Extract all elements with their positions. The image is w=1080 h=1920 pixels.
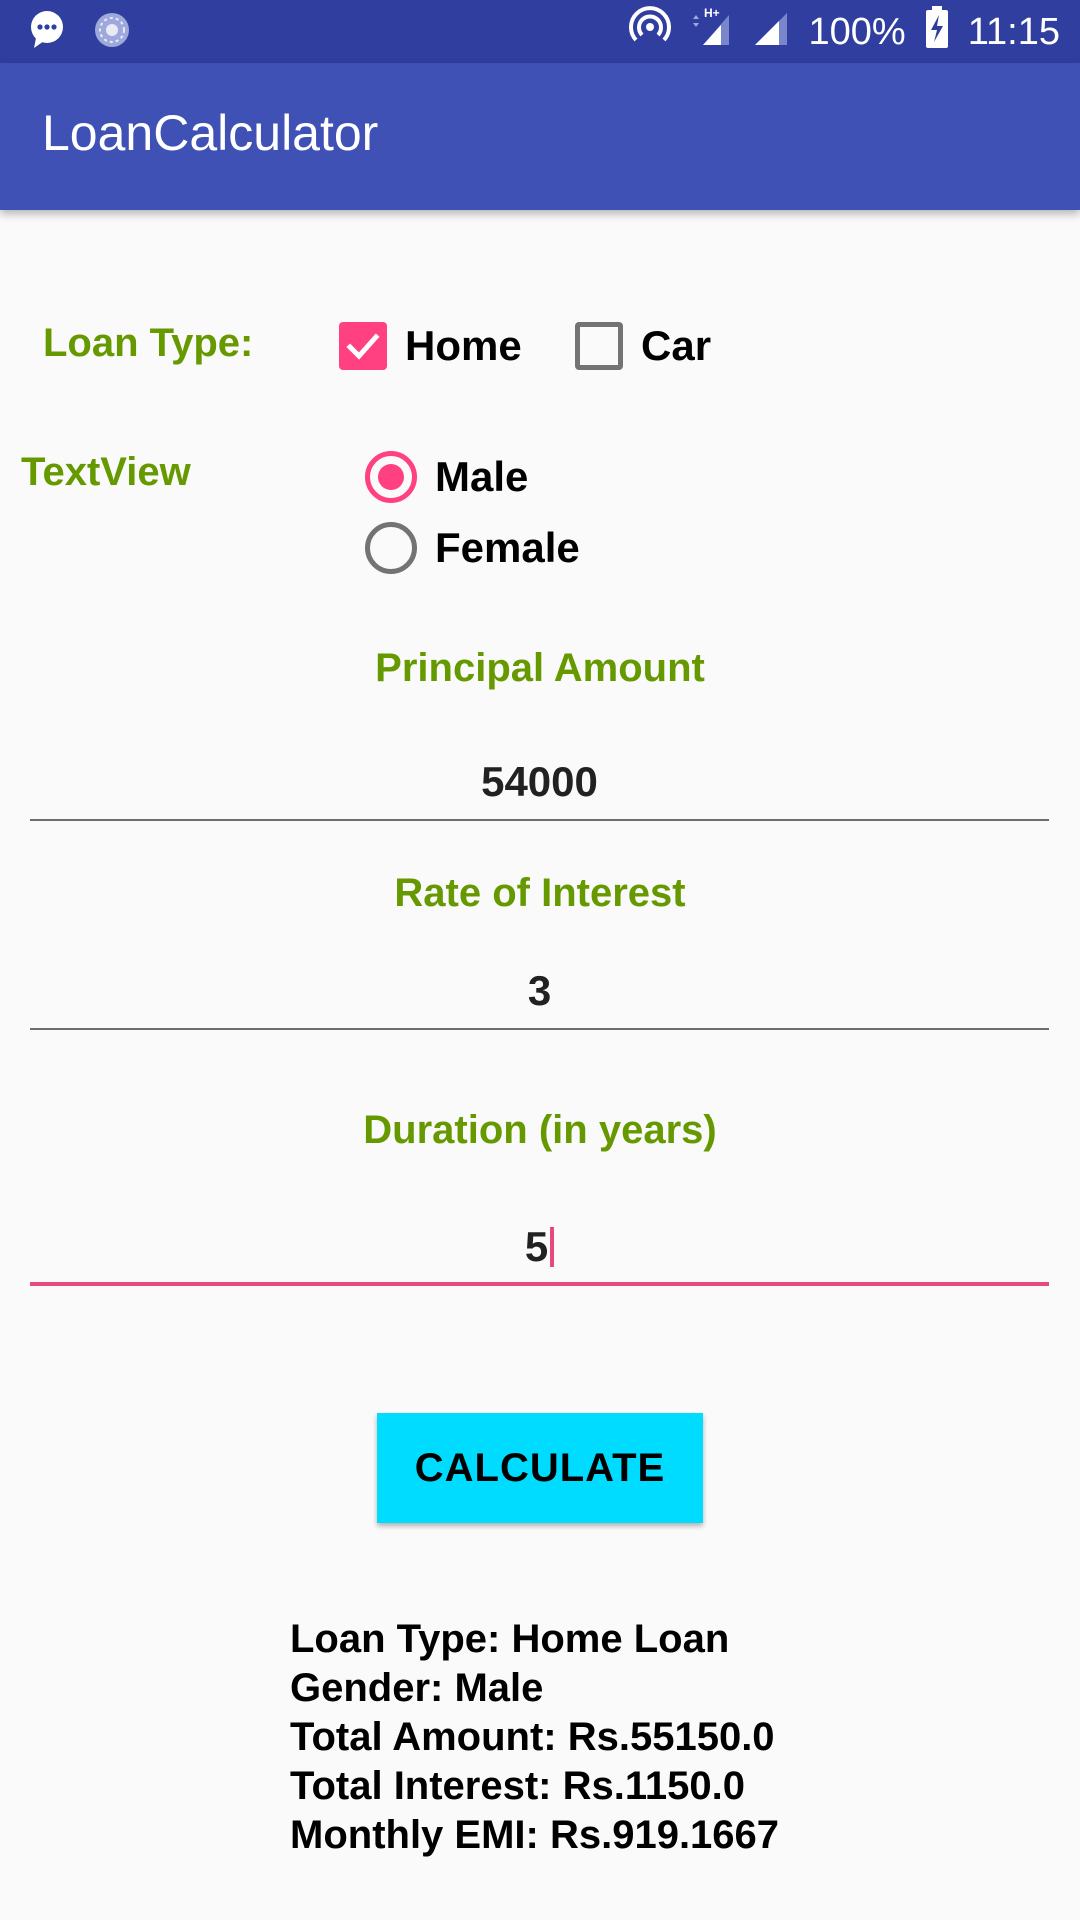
text-cursor <box>550 1227 555 1267</box>
result-output: Loan Type: Home Loan Gender: Male Total … <box>290 1615 779 1860</box>
home-checkbox[interactable]: Home <box>339 322 522 370</box>
calculate-button[interactable]: CALCULATE <box>377 1413 703 1523</box>
app-title: LoanCalculator <box>42 105 379 161</box>
status-bar-right: H+ 100% 11:15 <box>628 5 1060 59</box>
principal-amount-value: 54000 <box>481 758 598 805</box>
radio-unselected-icon <box>365 522 417 574</box>
rate-of-interest-input[interactable]: 3 <box>30 960 1049 1030</box>
duration-value: 5 <box>524 1223 549 1270</box>
result-monthly-emi: Monthly EMI: Rs.919.1667 <box>290 1813 780 1857</box>
principal-amount-input[interactable]: 54000 <box>30 751 1049 821</box>
message-icon <box>28 10 66 55</box>
app-bar: LoanCalculator <box>0 63 1080 210</box>
checkbox-checked-icon <box>339 322 387 370</box>
male-radio[interactable]: Male <box>365 451 528 503</box>
duration-value-wrap: 5 <box>30 1222 1049 1272</box>
female-radio-label: Female <box>435 524 580 571</box>
duration-input[interactable]: 5 <box>30 1216 1049 1286</box>
duration-underline <box>30 1282 1049 1286</box>
battery-percent: 100% <box>808 10 906 53</box>
clock-time: 11:15 <box>967 10 1060 53</box>
battery-charging-icon <box>924 5 950 59</box>
home-checkbox-label: Home <box>405 322 522 369</box>
car-checkbox-label: Car <box>641 322 712 369</box>
result-total-amount: Total Amount: Rs.55150.0 <box>290 1715 775 1759</box>
svg-text:H+: H+ <box>704 6 720 20</box>
rate-of-interest-value: 3 <box>527 967 552 1014</box>
sync-icon <box>92 10 132 55</box>
hotspot-icon <box>628 6 671 58</box>
status-bar-left <box>28 10 132 55</box>
signal-icon <box>751 7 791 57</box>
result-gender: Gender: Male <box>290 1666 544 1710</box>
radio-selected-icon <box>365 451 417 503</box>
result-loan-type: Loan Type: Home Loan <box>290 1617 730 1661</box>
male-radio-label: Male <box>435 453 529 500</box>
rate-of-interest-underline <box>30 1028 1049 1030</box>
result-total-interest: Total Interest: Rs.1150.0 <box>290 1764 745 1808</box>
female-radio[interactable]: Female <box>365 522 580 574</box>
duration-label: Duration (in years) <box>363 1108 717 1152</box>
signal-hplus-icon: H+ <box>689 5 733 59</box>
checkbox-unchecked-icon <box>575 322 623 370</box>
loan-type-label: Loan Type: <box>43 321 254 365</box>
status-bar: H+ 100% 11:15 <box>0 0 1080 63</box>
car-checkbox[interactable]: Car <box>575 322 711 370</box>
rate-of-interest-label: Rate of Interest <box>394 871 686 915</box>
principal-amount-underline <box>30 819 1049 821</box>
principal-amount-label: Principal Amount <box>375 646 705 690</box>
gender-label: TextView <box>21 450 191 494</box>
